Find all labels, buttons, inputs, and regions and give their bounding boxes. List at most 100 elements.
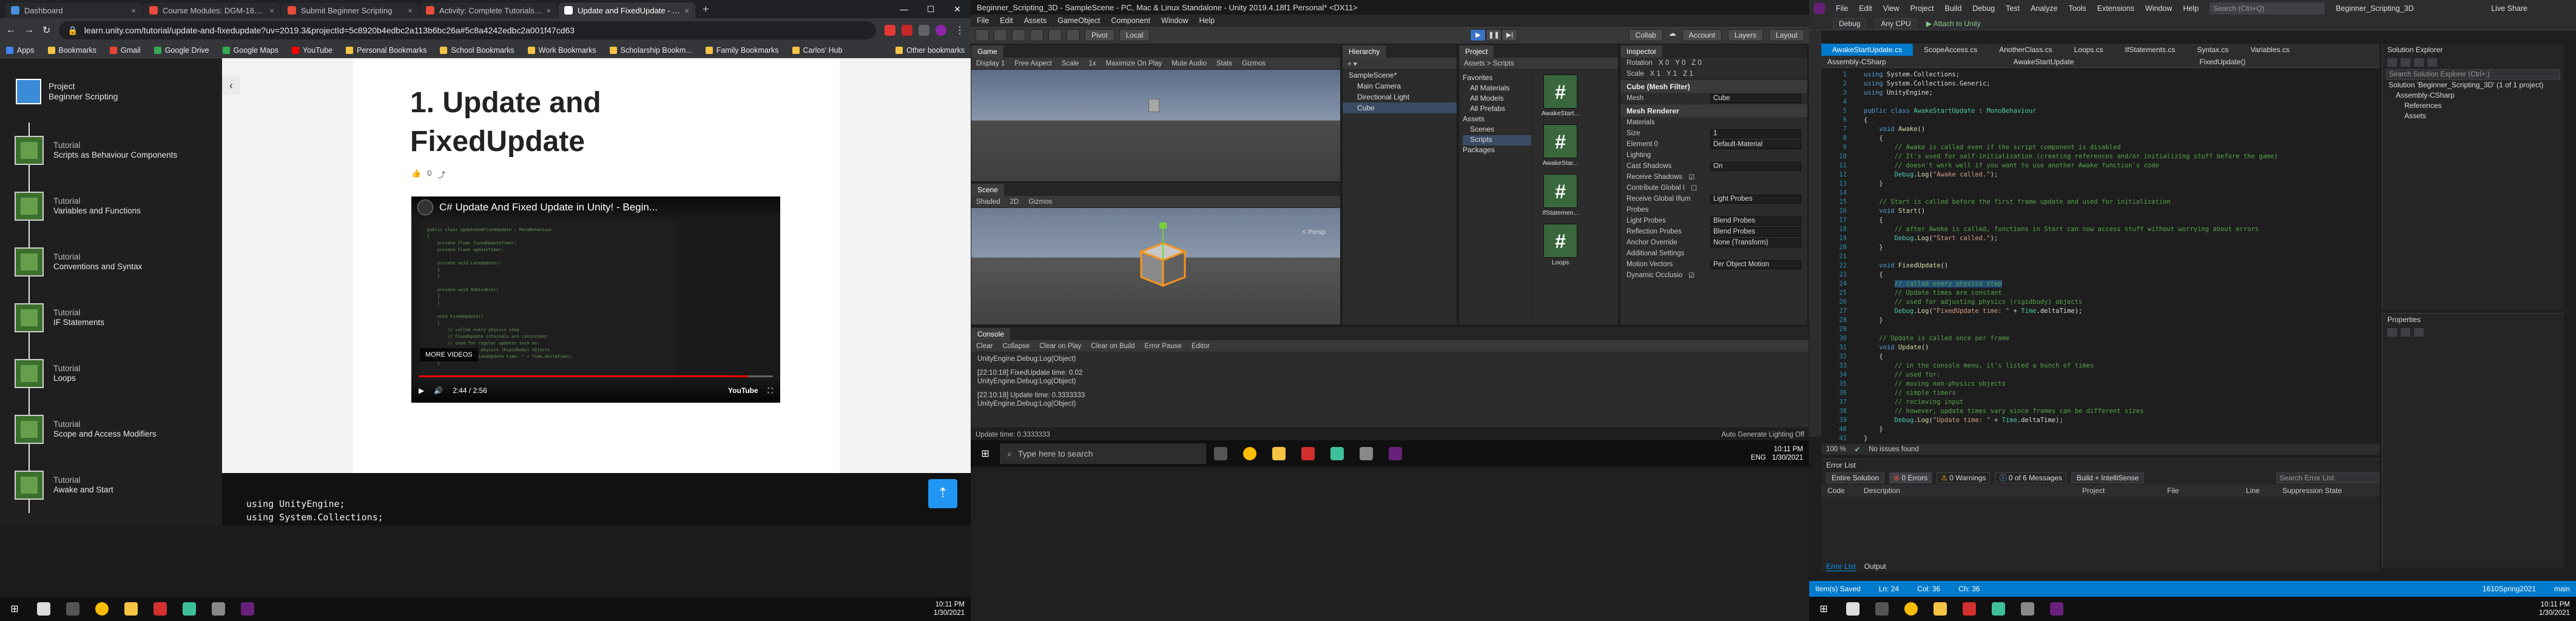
bookmark[interactable]: Bookmarks [47,46,96,55]
doc-tab[interactable]: Loops.cs [2063,44,2114,56]
references-node[interactable]: References [2382,101,2564,111]
motion-vectors-dropdown[interactable]: Per Object Motion [1710,260,1801,269]
file-explorer-icon[interactable] [1272,447,1286,460]
column-header[interactable]: Line [2240,485,2276,497]
bookmark[interactable]: Gmail [110,46,141,55]
menu-view[interactable]: View [1883,4,1900,13]
doc-tab[interactable]: ScopeAccess.cs [1913,44,1988,56]
bookmark[interactable]: School Bookmarks [440,46,514,55]
shading-dropdown[interactable]: Shaded [976,198,1000,206]
pivot-toggle[interactable]: Pivot [1085,29,1114,41]
console-entry[interactable]: [22:10:18] FixedUpdate time: 0.02 UnityE… [971,366,1809,389]
scene-viewport[interactable]: < Persp [971,208,1340,324]
code-editor[interactable]: 1 2 3 4 5 6 7 8 9 10 11 12 13 14 15 16 1… [1821,68,2379,444]
aspect-dropdown[interactable]: Free Aspect [1014,60,1051,67]
errors-filter[interactable]: ⊗ 0 Errors [1889,472,1932,483]
app-icon[interactable] [1963,602,1976,616]
solution-search-input[interactable]: Search Solution Explorer (Ctrl+;) [2386,69,2560,80]
script-asset[interactable]: # AwakeStart... [1539,75,1582,117]
receive-shadows-checkbox[interactable]: ☑ [1688,173,1694,181]
task-view-icon[interactable] [1875,602,1889,616]
console-error-pause-button[interactable]: Error Pause [1145,343,1182,350]
layout-dropdown[interactable]: Layout [1768,29,1804,41]
tab-output[interactable]: Output [1864,562,1886,571]
code-text[interactable]: using System.Collections; using System.C… [1864,70,2278,443]
bookmark[interactable]: Family Bookmarks [705,46,779,55]
share-icon[interactable]: ⤴ [437,169,445,180]
visual-studio-icon[interactable] [2050,602,2063,616]
categorized-icon[interactable] [2387,328,2397,337]
menu-extensions[interactable]: Extensions [2097,4,2134,13]
back-icon[interactable]: ← [6,25,16,36]
windows-start-icon[interactable]: ⊞ [0,603,29,615]
bookmark[interactable]: Personal Bookmarks [346,46,427,55]
reload-icon[interactable]: ↻ [42,24,50,36]
rotation-x[interactable]: X 0 [1659,59,1669,67]
browser-tab[interactable]: Course Modules: DGM-1610-001× [143,2,280,18]
stats-toggle[interactable]: Stats [1216,60,1232,67]
wrench-icon[interactable] [2414,328,2424,337]
browser-tab-active[interactable]: Update and FixedUpdate - Unity × [558,2,695,18]
alphabetical-icon[interactable] [2401,328,2410,337]
menu-edit[interactable]: Edit [1000,16,1013,25]
scene-gizmos-dropdown[interactable]: Gizmos [1028,198,1052,206]
menu-debug[interactable]: Debug [1972,4,1995,13]
branch-indicator[interactable]: main [2554,585,2570,593]
clock[interactable]: 10:11 PM 1/30/2021 [934,600,971,617]
tutorial-item[interactable]: Tutorial Scope and Access Modifiers [0,401,222,457]
member-dropdown[interactable]: FixedUpdate() [2193,58,2379,66]
type-dropdown[interactable]: AwakeStartUpdate [2008,58,2194,66]
task-view-icon[interactable] [66,602,79,616]
collapse-all-icon[interactable] [2427,58,2437,67]
attach-button[interactable]: ▶ Attach to Unity [1926,19,1981,28]
more-videos-button[interactable]: MORE VIDEOS [420,348,478,361]
tree-item[interactable]: Assets [1463,115,1531,125]
menu-assets[interactable]: Assets [1024,16,1047,25]
rotation-z[interactable]: Z 0 [1691,59,1702,67]
rotation-y[interactable]: Y 0 [1675,59,1685,67]
material-field[interactable]: Default-Material [1710,139,1801,149]
clock[interactable]: 10:11 PM 1/30/2021 [2539,600,2576,617]
doc-tab[interactable]: IfStatements.cs [2114,44,2187,56]
config-dropdown[interactable]: Debug [1833,18,1866,29]
rotate-tool-icon[interactable] [1012,29,1025,41]
live-share-button[interactable]: Live Share [2491,4,2527,13]
tutorial-item[interactable]: Tutorial IF Statements [0,290,222,346]
video-player[interactable]: public class UpdateAndFixedUpdate : Mono… [411,196,780,403]
unity-icon[interactable] [2021,602,2034,616]
script-asset[interactable]: # AwakeStar... [1539,124,1582,167]
sync-icon[interactable] [2401,58,2410,67]
doc-tab[interactable]: AnotherClass.cs [1988,44,2063,56]
size-field[interactable]: 1 [1710,129,1801,138]
like-icon[interactable]: 👍 [411,169,421,180]
project-dropdown[interactable]: Assembly-CSharp [1821,58,2008,66]
task-view-icon[interactable] [1214,447,1227,460]
hierarchy-item[interactable]: Directional Light [1343,92,1457,102]
assets-node[interactable]: Assets [2382,111,2564,121]
unity-hub-icon[interactable] [1330,447,1344,460]
windows-start-icon[interactable]: ⊞ [971,448,1000,460]
browser-tab[interactable]: Activity: Complete Tutorials in S × [420,2,557,18]
anchor-override-field[interactable]: None (Transform) [1710,238,1801,247]
probes-foldout[interactable]: Probes [1627,206,1648,213]
search-icon[interactable] [37,602,50,616]
additional-settings-foldout[interactable]: Additional Settings [1627,250,1684,257]
extension-icon[interactable] [902,25,912,36]
menu-edit[interactable]: Edit [1859,4,1872,13]
menu-build[interactable]: Build [1944,4,1961,13]
issues-indicator[interactable]: No issues found [1869,446,1918,453]
close-icon[interactable]: × [131,6,136,15]
minimize-icon[interactable]: — [891,0,917,18]
youtube-logo[interactable]: YouTube [728,386,758,395]
menu-analyze[interactable]: Analyze [2031,4,2057,13]
move-tool-icon[interactable] [994,29,1007,41]
menu-tools[interactable]: Tools [2069,4,2086,13]
light-probes-dropdown[interactable]: Blend Probes [1710,216,1801,226]
doc-tab[interactable]: Variables.cs [2239,44,2300,56]
platform-dropdown[interactable]: Any CPU [1875,18,1917,29]
console-clear-on-play-button[interactable]: Clear on Play [1039,343,1081,350]
scale-tool-icon[interactable] [1030,29,1044,41]
scene-gizmo[interactable]: < Persp [1303,229,1326,236]
fullscreen-icon[interactable]: ⛶ [768,386,773,395]
tab-project[interactable]: Project [1459,45,1494,58]
